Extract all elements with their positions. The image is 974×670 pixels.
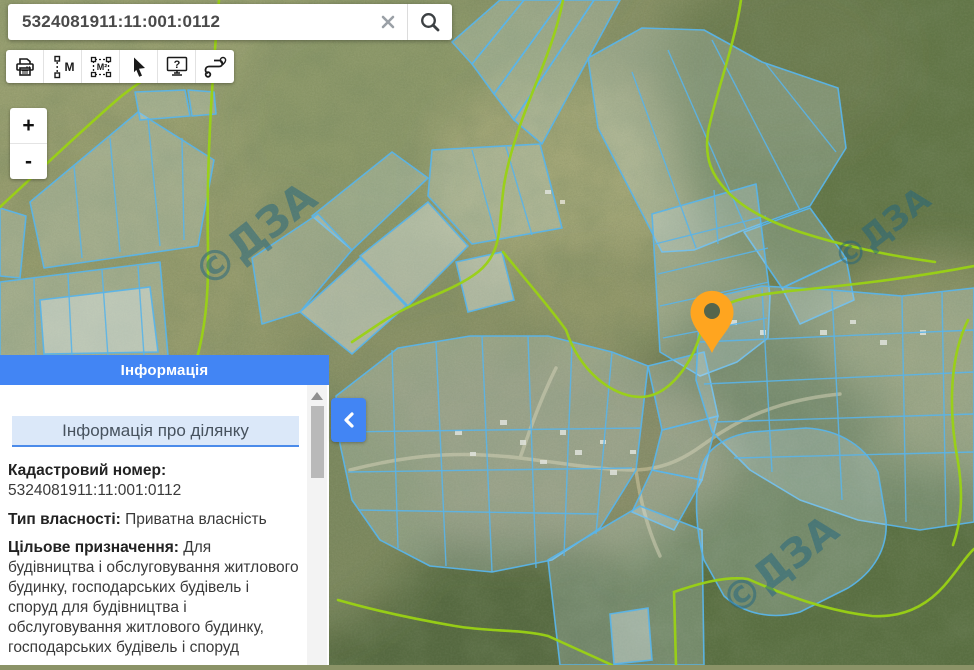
- measure-area-label: M²: [97, 62, 108, 72]
- close-icon: [380, 14, 396, 30]
- info-panel-header: Інформація: [0, 355, 329, 385]
- field-value: Приватна власність: [125, 511, 267, 528]
- field-label: Кадастровий номер:: [8, 462, 166, 479]
- measure-length-icon: [51, 55, 63, 79]
- search-input[interactable]: [8, 4, 369, 40]
- zoom-out-button[interactable]: -: [10, 144, 47, 179]
- measure-area-button[interactable]: M²: [82, 50, 120, 83]
- measure-length-button[interactable]: M: [44, 50, 82, 83]
- printer-icon: [14, 56, 36, 78]
- field-label: Цільове призначення:: [8, 539, 179, 556]
- clear-search-button[interactable]: [369, 4, 407, 40]
- collapse-panel-button[interactable]: [331, 398, 366, 442]
- field-ownership-type: Тип власності: Приватна власність: [8, 510, 299, 530]
- chevron-left-icon: [341, 410, 357, 430]
- field-purpose: Цільове призначення: Для будівництва і о…: [8, 538, 299, 657]
- zoom-in-button[interactable]: +: [10, 108, 47, 143]
- route-button[interactable]: [196, 50, 234, 83]
- zoom-control: + -: [10, 108, 47, 179]
- scrollbar-thumb[interactable]: [311, 406, 324, 478]
- help-monitor-icon: ?: [165, 55, 189, 78]
- panel-scrollbar[interactable]: [307, 385, 327, 665]
- info-panel-body: Інформація про ділянку Кадастровий номер…: [0, 385, 329, 665]
- section-title: Інформація про ділянку: [12, 416, 299, 447]
- route-icon: [202, 55, 228, 79]
- field-value: Для будівництва і обслуговування житлово…: [8, 539, 299, 655]
- info-panel: Інформація Інформація про ділянку Кадаст…: [0, 355, 329, 665]
- field-label: Тип власності:: [8, 511, 121, 528]
- select-cursor-button[interactable]: [120, 50, 158, 83]
- map-toolbar: M M² ?: [6, 50, 234, 83]
- search-bar: [8, 4, 452, 40]
- svg-text:?: ?: [173, 59, 180, 71]
- search-icon: [419, 11, 441, 33]
- search-button[interactable]: [407, 4, 452, 40]
- field-value: 5324081911:11:001:0112: [8, 481, 299, 501]
- print-button[interactable]: [6, 50, 44, 83]
- field-cadastral-number: Кадастровий номер: 5324081911:11:001:011…: [8, 461, 299, 501]
- help-button[interactable]: ?: [158, 50, 196, 83]
- cursor-icon: [129, 56, 149, 78]
- measure-length-label: M: [65, 60, 75, 74]
- scroll-up-arrow-icon[interactable]: [311, 392, 323, 400]
